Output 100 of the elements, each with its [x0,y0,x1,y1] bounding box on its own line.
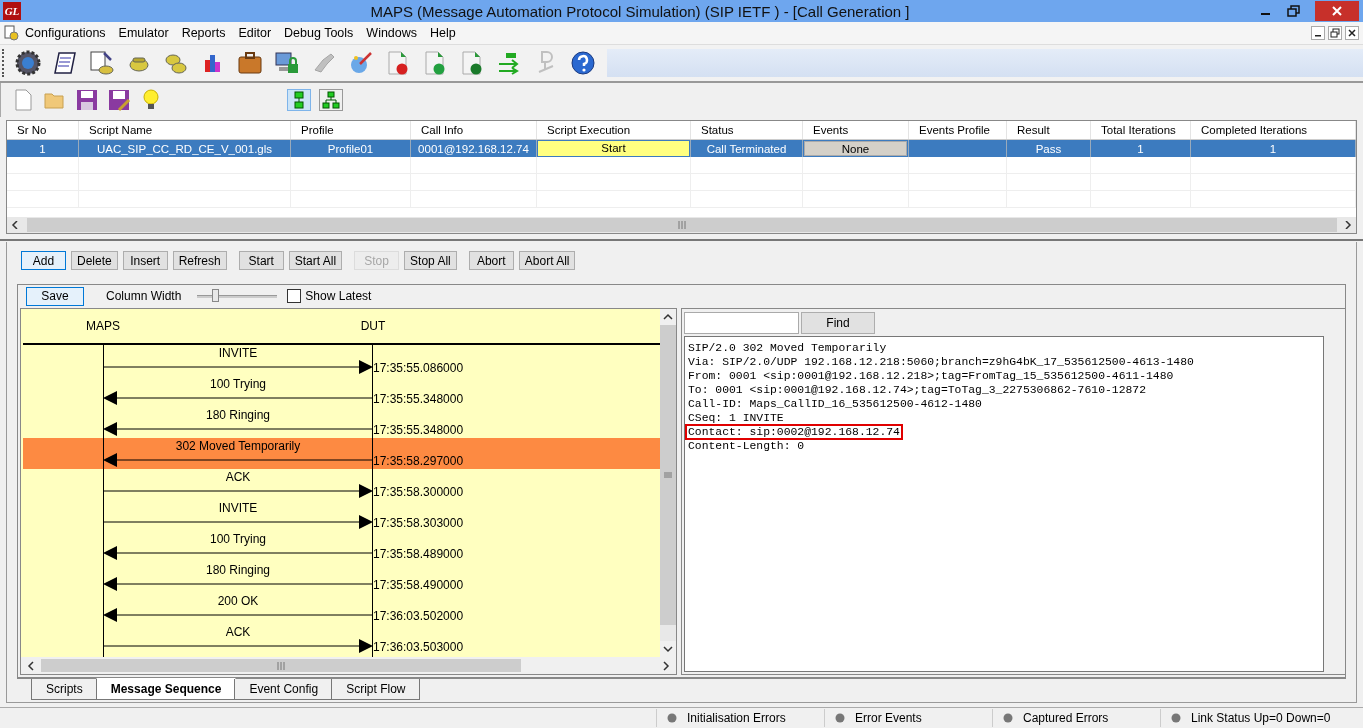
close-icon [1331,5,1343,17]
status-label: Captured Errors [1023,711,1109,725]
status-indicator-icon [835,713,845,723]
timestamp: 17:36:03.503000 [373,640,464,654]
message-row[interactable]: INVITE 17:35:55.086000 [23,345,660,376]
column-header[interactable]: Result [1007,121,1091,139]
tree-view-button[interactable] [319,89,343,111]
table-cell: Profile01 [327,142,374,155]
minimize-icon[interactable] [1311,26,1325,40]
menu-item[interactable]: Configurations [25,26,106,40]
scroll-left-icon[interactable] [27,660,35,671]
tab[interactable]: Script Flow [331,679,421,700]
action-button[interactable]: Abort [468,251,514,270]
message-row[interactable]: ACK 17:35:58.300000 [23,469,660,500]
message-label: ACK [225,625,251,639]
scroll-up-icon[interactable] [663,313,673,321]
action-button[interactable]: Delete [71,251,118,270]
message-label: ACK [225,470,251,484]
message-line: Content-Length: 0 [687,439,806,454]
column-header[interactable]: Events Profile [909,121,1007,139]
events-button[interactable]: None [804,141,907,156]
slider-thumb[interactable] [211,289,219,302]
menu-item[interactable]: Debug Tools [284,26,354,40]
menu-item[interactable]: Help [430,26,456,40]
briefcase-icon[interactable] [237,50,263,76]
status-label: Error Events [855,711,922,725]
close-button[interactable] [1315,1,1359,21]
message-line: CSeq: 1 INVITE [687,411,785,426]
column-header[interactable]: Profile [291,121,411,139]
menu-item[interactable]: Reports [181,26,226,40]
magic-wand-icon[interactable] [348,50,374,76]
menu-item[interactable]: Emulator [118,26,169,40]
save-icon[interactable] [75,88,99,112]
column-header[interactable]: Script Execution [537,121,691,139]
message-row[interactable]: 100 Trying 17:35:58.489000 [23,531,660,562]
column-header[interactable]: Call Info [411,121,537,139]
sequence-view-button[interactable] [287,89,311,111]
scroll-right-icon[interactable] [1344,221,1352,229]
gear-icon[interactable] [15,50,41,76]
message-row[interactable]: ACK 17:36:03.503000 [23,624,660,655]
timestamp: 17:35:58.489000 [373,547,464,561]
computer-lock-icon[interactable] [274,50,300,76]
table-row[interactable]: 1 UAC_SIP_CC_RD_CE_V_001.gls Profile01 0001@192.168.12.74 Start Call Terminated None Pass 1 1 [7,140,1356,157]
scrollbar-thumb[interactable] [41,659,521,672]
message-row[interactable]: 100 Trying 17:35:55.348000 [23,376,660,407]
restore-icon[interactable] [1328,26,1342,40]
timestamp: 17:35:55.086000 [373,361,464,375]
column-header[interactable]: Script Name [79,121,291,139]
search-field[interactable] [684,312,799,334]
notepad-icon[interactable] [52,50,78,76]
column-header[interactable]: Total Iterations [1091,121,1191,139]
save-button[interactable]: Save [26,286,84,306]
tab[interactable]: Scripts [31,679,98,700]
app-logo: GL [3,2,21,20]
horizontal-scrollbar[interactable] [21,657,676,674]
save-as-icon[interactable] [107,88,131,112]
close-icon[interactable] [1345,26,1359,40]
message-row[interactable]: 180 Ringing 17:35:58.490000 [23,562,660,593]
column-header[interactable]: Completed Iterations [1191,121,1356,139]
message-line: Via: SIP/2.0/UDP 192.168.12.218:5060;branch=z9hG4bK_17_535612500-4613-1480 [687,355,1195,370]
window-title: MAPS (Message Automation Protocol Simulation) (SIP IETF ) - [Call Generation ] [369,2,911,20]
table-cell: 1 [1269,142,1277,155]
table-cell: 1 [39,142,46,155]
action-button[interactable]: Abort All [518,251,576,270]
table-cell: 1 [1137,142,1144,155]
message-line: SIP/2.0 302 Moved Temporarily [687,341,888,356]
message-row[interactable]: INVITE 17:35:58.303000 [23,500,660,531]
action-button[interactable]: Start All [288,251,343,270]
action-button[interactable]: Insert [122,251,168,270]
timestamp: 17:35:55.348000 [373,423,464,437]
column-header[interactable]: Events [803,121,909,139]
phone-document-icon[interactable] [89,50,115,76]
table-cell: 0001@192.168.12.74 [418,142,529,155]
slider-label: Column Width [106,289,182,303]
timestamp: 17:36:03.502000 [373,609,464,623]
tab[interactable]: Message Sequence [95,678,237,700]
table-cell: Pass [1035,142,1062,155]
action-button[interactable]: Add [21,251,66,270]
action-button[interactable]: Start [238,251,284,270]
action-button[interactable]: Stop All [404,251,457,270]
message-label: INVITE [218,501,258,515]
document-icon [3,25,19,41]
message-row[interactable]: 302 Moved Temporarily 17:35:58.297000 [23,438,660,469]
status-label: Link Status Up=0 Down=0 [1191,711,1331,725]
help-icon[interactable] [570,50,596,76]
menu-item[interactable]: Editor [238,26,272,40]
action-button[interactable]: Refresh [172,251,227,270]
message-row[interactable]: 200 OK 17:36:03.502000 [23,593,660,624]
tab[interactable]: Event Config [234,679,334,700]
scroll-down-icon[interactable] [663,645,673,653]
restore-icon[interactable] [1287,5,1301,17]
find-button[interactable]: Find [801,312,875,334]
column-header[interactable]: Sr No [7,121,79,139]
column-header[interactable]: Status [691,121,803,139]
checkbox[interactable] [287,289,302,303]
checkbox-label: Show Latest [305,289,372,303]
scroll-left-icon[interactable] [11,221,19,229]
menu-item[interactable]: Windows [366,26,418,40]
message-label: 180 Ringing [205,408,271,422]
scroll-right-icon[interactable] [662,660,670,671]
